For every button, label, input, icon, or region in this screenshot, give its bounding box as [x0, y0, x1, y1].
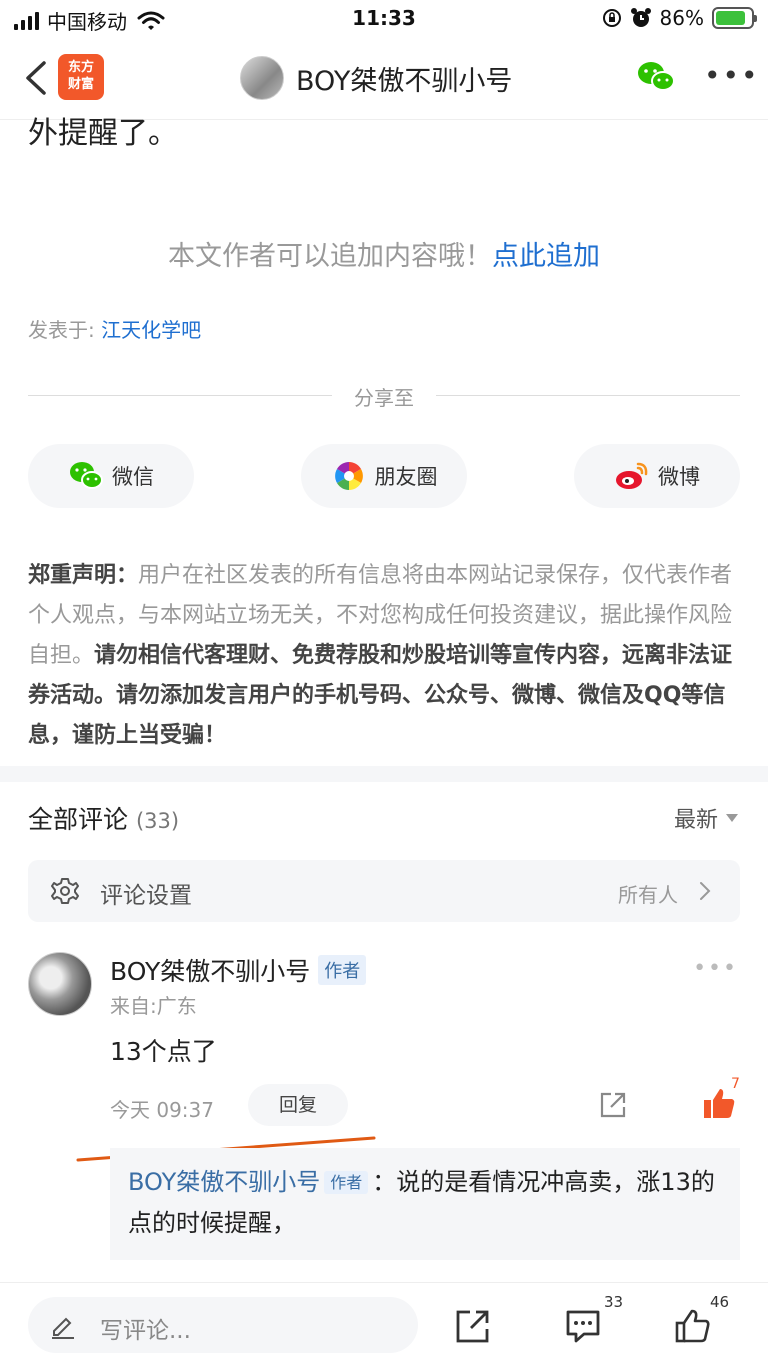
comment-like-count: 7	[731, 1076, 740, 1092]
disclaimer-warning: 请勿相信代客理财、免费荐股和炒股培训等宣传内容，远离非法证券活动。请勿添加发言用…	[28, 643, 733, 748]
like-total-count: 46	[710, 1293, 730, 1311]
bottom-bar: 写评论... 33 46	[0, 1282, 768, 1367]
moments-icon	[334, 462, 363, 490]
comment-author-name: BOY桀傲不驯小号	[110, 957, 311, 986]
share-moments-button[interactable]: 朋友圈	[301, 444, 467, 508]
comment-total-count: 33	[604, 1293, 624, 1311]
wechat-icon	[70, 462, 103, 489]
share-icon[interactable]	[454, 1307, 492, 1345]
append-link[interactable]: 点此追加	[492, 241, 600, 272]
disclaimer: 郑重声明：用户在社区发表的所有信息将由本网站记录保存，仅代表作者个人观点，与本网…	[28, 556, 740, 756]
page-title: BOY桀傲不驯小号	[296, 65, 513, 97]
alarm-icon	[630, 8, 651, 27]
battery-icon	[712, 7, 757, 29]
gear-icon	[51, 878, 79, 904]
sub-reply-author[interactable]: BOY桀傲不驯小号	[128, 1168, 320, 1196]
share-label: 分享至	[354, 386, 414, 410]
sort-dropdown[interactable]: 最新	[674, 802, 738, 834]
posted-bar-link[interactable]: 江天化学吧	[101, 318, 201, 342]
share-wechat-button[interactable]: 微信	[28, 444, 194, 508]
comment-settings-row[interactable]: 评论设置 所有人	[28, 860, 740, 922]
app-logo[interactable]: 东方 财富	[58, 54, 104, 100]
sub-reply[interactable]: BOY桀傲不驯小号 作者 ：说的是看情况冲高卖，涨13的点的时候提醒，	[110, 1148, 740, 1260]
logo-text-line2: 财富	[67, 77, 94, 92]
author-badge: 作者	[324, 1171, 369, 1194]
article-tail-text: 外提醒了。	[28, 116, 178, 148]
author-header[interactable]: BOY桀傲不驯小号	[240, 56, 512, 100]
posted-label: 发表于:	[28, 318, 95, 342]
pencil-icon	[52, 1317, 74, 1339]
comments-count: (33)	[135, 809, 180, 833]
chevron-right-icon	[700, 882, 711, 900]
comment-text: 13个点了	[110, 1037, 217, 1066]
sort-label: 最新	[673, 808, 718, 833]
append-hint: 本文作者可以追加内容哦！	[168, 241, 492, 272]
comment-settings-value: 所有人	[618, 883, 678, 907]
posted-in: 发表于: 江天化学吧	[28, 314, 201, 343]
comment-input[interactable]: 写评论...	[28, 1297, 418, 1353]
avatar[interactable]	[240, 56, 284, 100]
comment-location: 来自:广东	[110, 994, 197, 1018]
comment-icon[interactable]	[564, 1307, 602, 1345]
caret-down-icon	[726, 814, 738, 822]
share-divider: 分享至	[28, 380, 740, 410]
author-badge: 作者	[318, 955, 367, 985]
share-weibo-button[interactable]: 微博	[574, 444, 740, 508]
comment-settings-label: 评论设置	[100, 883, 192, 909]
logo-text-line1: 东方	[67, 60, 94, 75]
comment-more-icon[interactable]: •••	[693, 956, 738, 981]
section-separator	[0, 766, 768, 782]
disclaimer-title: 郑重声明：	[28, 563, 139, 588]
status-bar: 中国移动 11:33 86%	[0, 0, 768, 40]
share-icon[interactable]	[598, 1090, 628, 1120]
comment-input-placeholder: 写评论...	[100, 1318, 191, 1344]
comments-header: 全部评论 (33)	[28, 800, 179, 836]
wechat-share-icon[interactable]	[636, 60, 676, 94]
append-row: 本文作者可以追加内容哦！点此追加	[0, 234, 768, 273]
rotation-lock-icon	[602, 9, 621, 27]
share-weibo-label: 微博	[658, 465, 700, 489]
thumbs-up-icon[interactable]	[674, 1307, 712, 1345]
comment-avatar[interactable]	[28, 952, 92, 1016]
weibo-icon	[616, 462, 648, 489]
comments-title: 全部评论	[28, 805, 129, 834]
battery-percent: 86%	[659, 6, 704, 30]
share-wechat-label: 微信	[112, 465, 154, 489]
comment-author[interactable]: BOY桀傲不驯小号 作者	[110, 952, 367, 988]
more-icon[interactable]: •••	[704, 62, 760, 90]
reply-button[interactable]: 回复	[248, 1084, 348, 1126]
share-moments-label: 朋友圈	[374, 465, 438, 489]
back-icon[interactable]	[22, 60, 50, 96]
comment-time: 今天 09:37	[110, 1098, 214, 1122]
